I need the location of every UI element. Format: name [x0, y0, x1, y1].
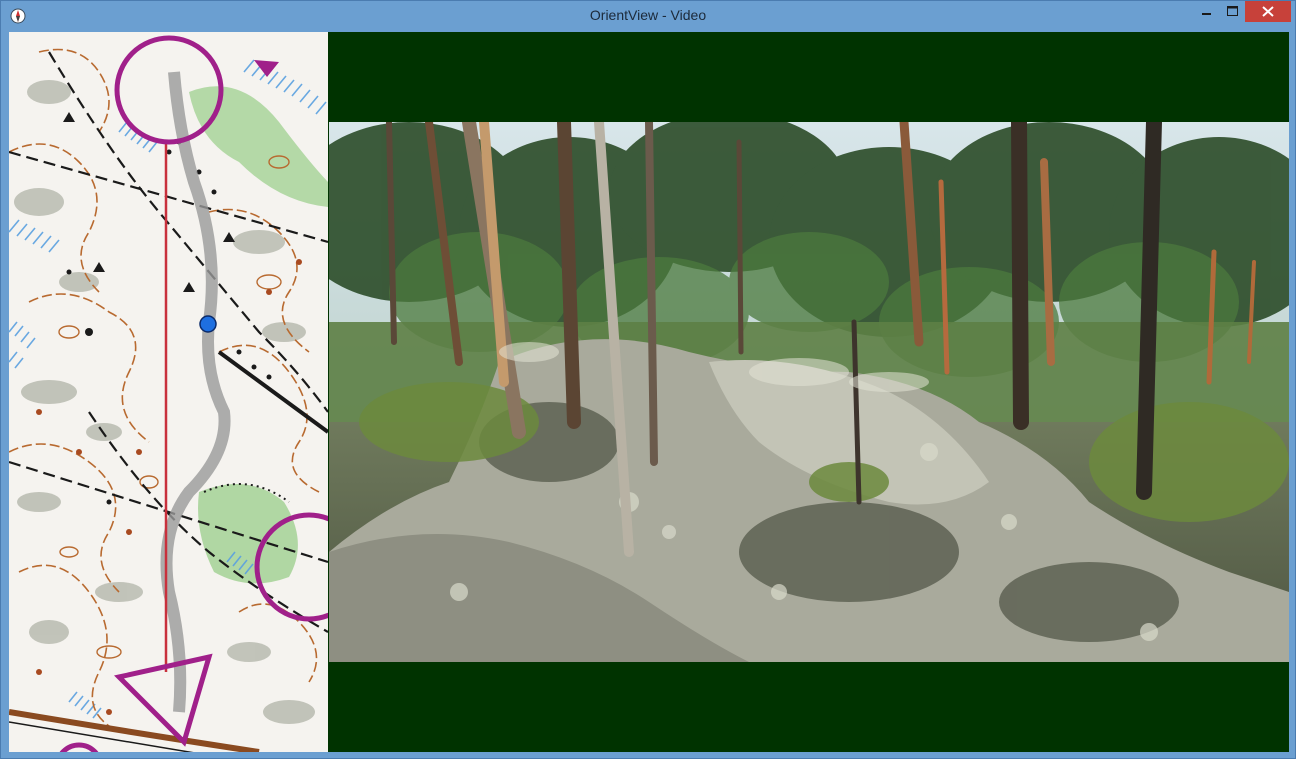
- close-icon: [1262, 6, 1274, 17]
- forest-video-image: [329, 122, 1289, 662]
- maximize-icon: [1227, 6, 1238, 16]
- maximize-button[interactable]: [1219, 1, 1245, 22]
- close-button[interactable]: [1245, 1, 1291, 22]
- minimize-button[interactable]: [1193, 1, 1219, 22]
- client-area: [9, 32, 1289, 752]
- title-bar[interactable]: OrientView - Video: [1, 1, 1295, 31]
- runner-position-icon: [199, 315, 217, 333]
- orienteering-map[interactable]: [9, 32, 328, 752]
- window-title: OrientView - Video: [589, 7, 707, 23]
- map-canvas: [9, 32, 328, 752]
- app-window: OrientView - Video: [0, 0, 1296, 759]
- video-panel[interactable]: [329, 32, 1289, 752]
- minimize-icon: [1202, 13, 1211, 15]
- video-frame[interactable]: [329, 122, 1289, 662]
